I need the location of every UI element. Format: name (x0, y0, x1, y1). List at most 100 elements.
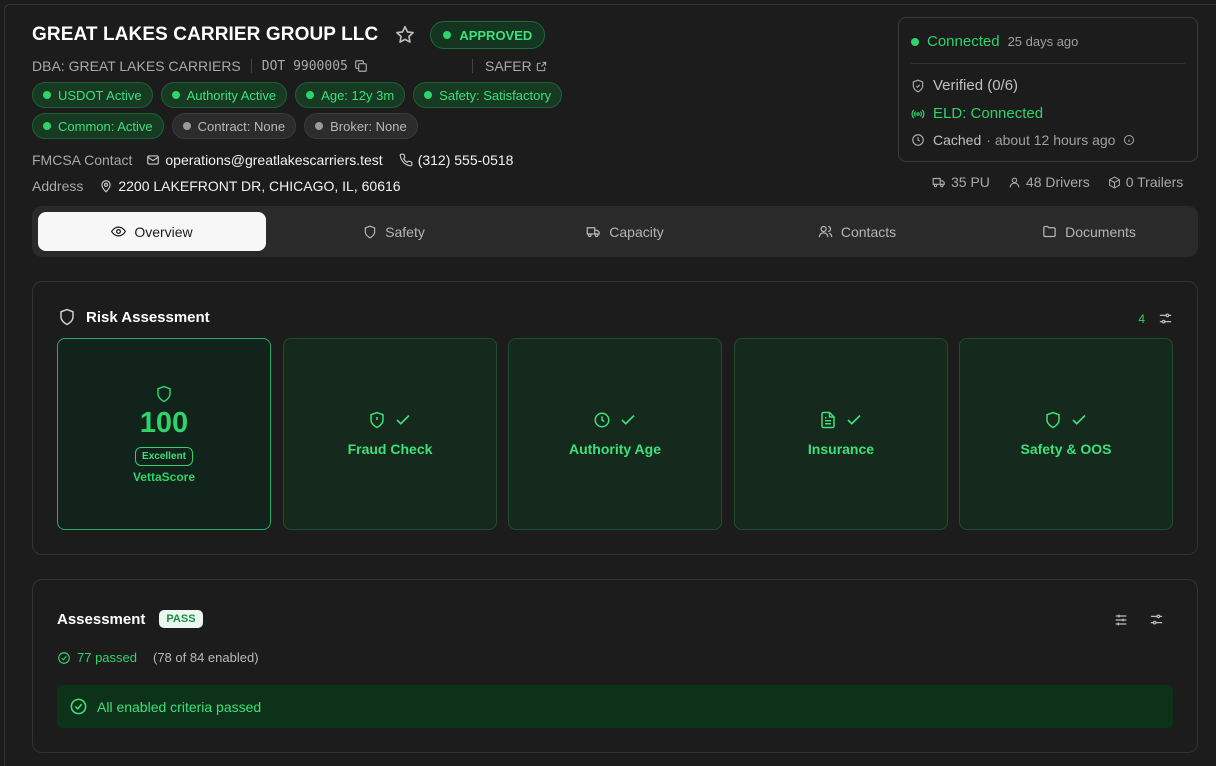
tab-contacts[interactable]: Contacts (743, 212, 971, 251)
tab-label: Overview (134, 223, 193, 240)
verified-line: Verified (0/6) (911, 77, 1018, 94)
score-rating-badge: Excellent (135, 446, 193, 466)
safer-link[interactable]: SAFER (472, 57, 547, 75)
fraud-check-tile[interactable]: Fraud Check (283, 338, 497, 530)
shield-icon (363, 225, 377, 239)
clock-icon (911, 133, 925, 147)
address-label: Address (32, 178, 84, 194)
badge-dot (182, 122, 191, 130)
eld-line: ELD: Connected (911, 105, 1043, 122)
passed-summary: 77 passed (78 of 84 enabled) (57, 650, 259, 665)
tab-safety[interactable]: Safety (280, 212, 508, 251)
tab-capacity[interactable]: Capacity (511, 212, 739, 251)
contact-phone[interactable]: (312) 555-0518 (418, 152, 514, 168)
risk-count: 4 (1138, 312, 1145, 326)
mail-icon (146, 153, 160, 167)
contact-row: FMCSA Contact operations@greatlakescarri… (32, 151, 513, 169)
risk-assessment-header: Risk Assessment (58, 308, 210, 326)
power-units: 35 PU (932, 174, 990, 190)
users-icon (818, 224, 833, 239)
clock-icon (593, 411, 611, 429)
copy-icon[interactable] (354, 59, 368, 73)
drivers: 48 Drivers (1008, 174, 1090, 190)
risk-assessment-panel: Risk Assessment 4 100 Excellent VettaSco… (32, 281, 1198, 555)
badge-dot (306, 91, 315, 99)
address-row: Address 2200 LAKEFRONT DR, CHICAGO, IL, … (32, 177, 401, 195)
star-icon[interactable] (394, 24, 416, 46)
badge-row-2: Common: Active Contract: None Broker: No… (32, 113, 418, 139)
badge-dot (171, 91, 180, 99)
pass-badge: PASS (159, 610, 203, 628)
info-icon[interactable] (1123, 134, 1135, 146)
tab-label: Capacity (609, 223, 664, 240)
badge-row-1: USDOT Active Authority Active Age: 12y 3… (32, 82, 563, 108)
badge-label: Common: Active (58, 118, 153, 134)
passed-count: 77 passed (77, 650, 137, 665)
contact-email[interactable]: operations@greatlakescarriers.test (165, 152, 382, 168)
connected-dot (911, 37, 919, 46)
eld-label: ELD: Connected (933, 105, 1044, 122)
tab-overview[interactable]: Overview (38, 212, 266, 251)
external-link-icon (536, 61, 547, 72)
user-icon (1008, 176, 1021, 189)
badge-label: Age: 12y 3m (321, 87, 395, 103)
filter-sliders-icon[interactable] (1113, 612, 1129, 628)
cached-ago: · about 12 hours ago (986, 132, 1116, 148)
dba-row: DBA: GREAT LAKES CARRIERS DOT 9900005 (32, 57, 368, 75)
badge-label: Contract: None (197, 118, 286, 134)
divider (472, 59, 473, 73)
badge-dot (43, 122, 51, 130)
map-pin-icon (99, 179, 113, 193)
box-icon (1108, 175, 1121, 189)
tile-label: Safety & OOS (1020, 441, 1112, 457)
check-icon (1070, 411, 1088, 429)
assessment-panel: Assessment PASS 77 passed (78 of 84 enab… (32, 579, 1198, 753)
authority-badge: Authority Active (160, 82, 288, 108)
check-circle-icon (57, 651, 71, 665)
eye-icon (111, 224, 127, 239)
check-icon (394, 411, 412, 429)
authority-age-tile[interactable]: Authority Age (508, 338, 722, 530)
insurance-tile[interactable]: Insurance (734, 338, 948, 530)
tab-label: Safety (385, 223, 425, 240)
connected-ago: 25 days ago (1007, 34, 1079, 49)
tile-label: Fraud Check (347, 441, 433, 457)
cached-label: Cached (933, 132, 982, 148)
shield-icon (155, 385, 173, 403)
badge-label: USDOT Active (58, 87, 142, 103)
file-text-icon (819, 411, 837, 429)
safer-link-label: SAFER (485, 58, 532, 74)
drivers-value: 48 Drivers (1025, 174, 1090, 190)
age-badge: Age: 12y 3m (295, 82, 406, 108)
radio-signal-icon (911, 107, 925, 121)
folder-icon (1042, 224, 1057, 239)
safety-oos-tile[interactable]: Safety & OOS (959, 338, 1173, 530)
usdot-badge: USDOT Active (32, 82, 153, 108)
badge-dot (315, 122, 324, 130)
connected-line: Connected 25 days ago (911, 33, 1078, 50)
tab-documents[interactable]: Documents (975, 212, 1203, 251)
enabled-count: (78 of 84 enabled) (153, 650, 259, 665)
risk-assessment-title: Risk Assessment (86, 308, 210, 326)
connection-status-card: Connected 25 days ago Verified (0/6) ELD… (898, 17, 1198, 162)
status-dot (443, 31, 452, 39)
tile-label: Authority Age (568, 441, 662, 457)
shield-icon (1044, 411, 1062, 429)
shield-icon (58, 308, 76, 326)
shield-check-icon (911, 79, 925, 93)
dba-name: DBA: GREAT LAKES CARRIERS (32, 58, 241, 74)
vettascore-value: 100 (139, 406, 189, 439)
divider (250, 59, 252, 73)
power-units-value: 35 PU (951, 174, 990, 190)
shield-alert-icon (368, 411, 386, 429)
contract-badge: Contract: None (171, 113, 297, 139)
tile-label: Insurance (807, 441, 875, 457)
settings-sliders-icon[interactable] (1158, 311, 1173, 326)
all-passed-text: All enabled criteria passed (97, 698, 262, 715)
vettascore-tile[interactable]: 100 Excellent VettaScore (57, 338, 271, 530)
badge-label: Safety: Satisfactory (439, 87, 552, 103)
settings-sliders-icon[interactable] (1149, 612, 1164, 627)
tab-label: Documents (1065, 223, 1136, 240)
all-passed-banner: All enabled criteria passed (57, 685, 1173, 728)
check-circle-icon (69, 697, 88, 716)
